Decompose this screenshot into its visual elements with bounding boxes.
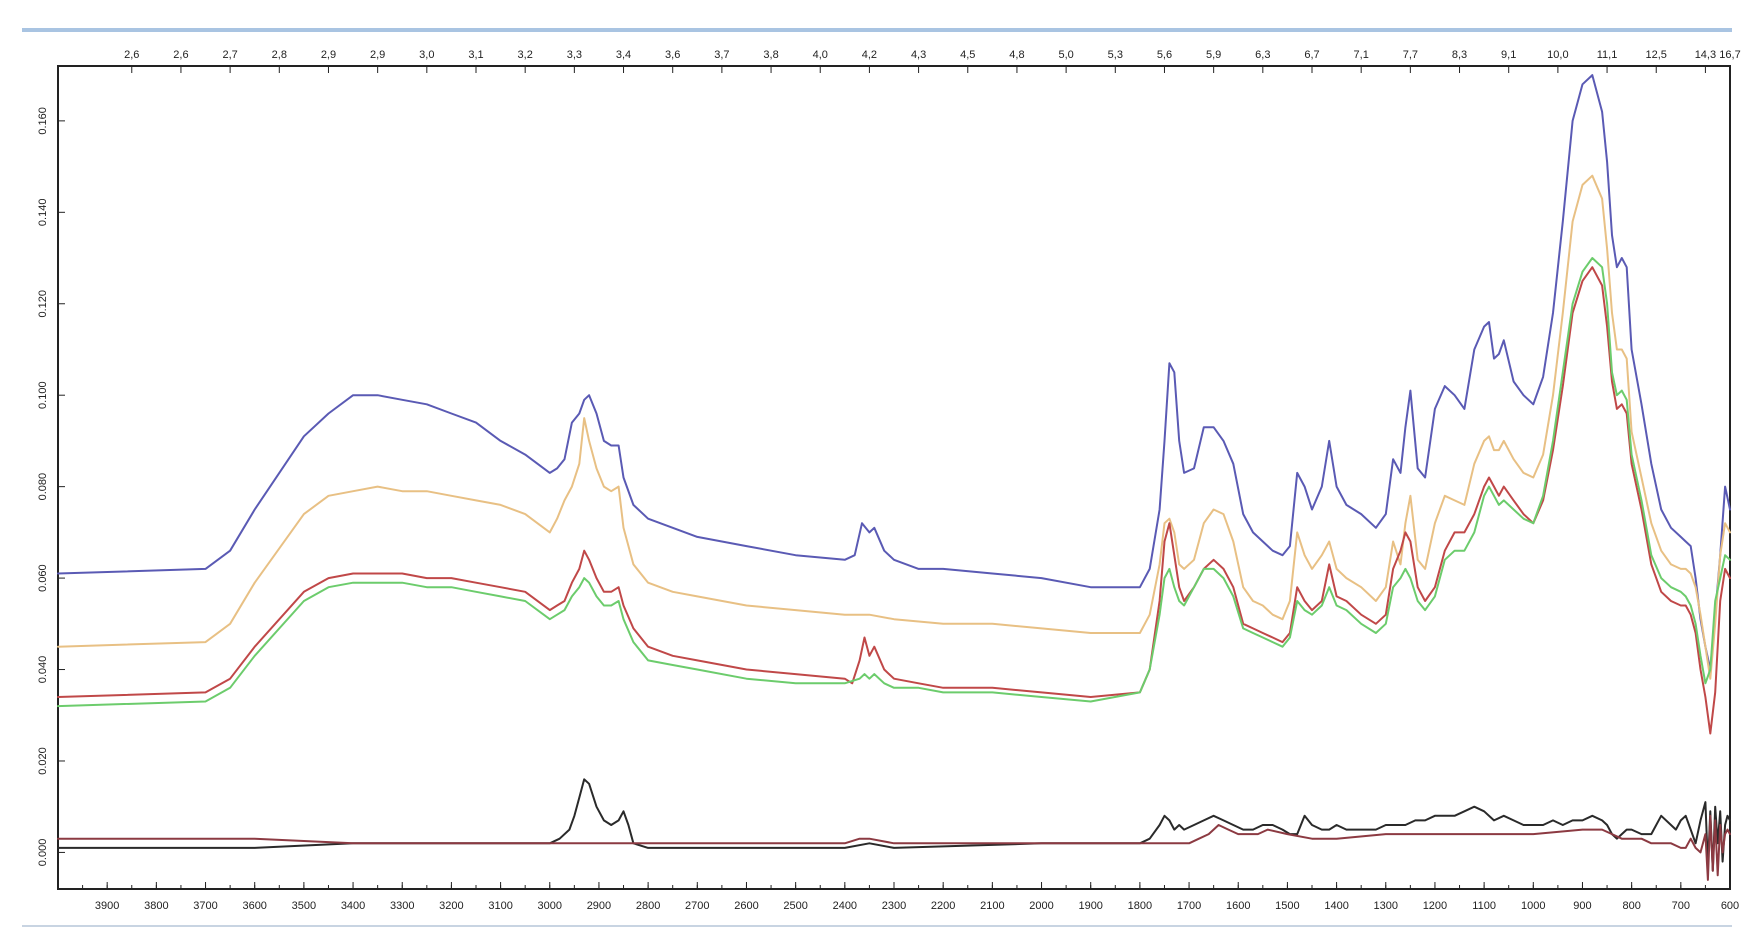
top-tick-label: 4,2 [862, 49, 877, 61]
top-tick-label: 7,7 [1403, 49, 1418, 61]
x-tick-label: 3800 [144, 900, 168, 912]
x-tick-label: 3600 [242, 900, 266, 912]
top-tick-label: 3,4 [616, 49, 631, 61]
top-tick-label: 9,1 [1501, 49, 1516, 61]
x-tick-label: 1500 [1275, 900, 1299, 912]
y-tick-label: 0.060 [37, 564, 49, 592]
x-tick-label: 1700 [1177, 900, 1201, 912]
x-tick-label: 600 [1721, 900, 1739, 912]
x-tick-label: 3100 [488, 900, 512, 912]
top-tick-label: 3,3 [567, 49, 582, 61]
x-tick-label: 3000 [538, 900, 562, 912]
top-tick-label: 2,9 [321, 49, 336, 61]
top-tick-label: 14,3 [1695, 49, 1716, 61]
top-tick-label: 6,7 [1304, 49, 1319, 61]
y-tick-label: 0.020 [37, 747, 49, 775]
top-tick-label: 5,0 [1058, 49, 1073, 61]
x-tick-label: 2300 [882, 900, 906, 912]
x-tick-label: 1900 [1078, 900, 1102, 912]
x-tick-label: 800 [1622, 900, 1640, 912]
spectrum-chart-frame: 0.000 0.020 0.040 0.060 0.080 0.100 0.120 0.140… [0, 0, 1755, 942]
x-tick-label: 2900 [587, 900, 611, 912]
top-tick-label: 4,5 [960, 49, 975, 61]
x-tick-label: 1000 [1521, 900, 1545, 912]
x-tick-label: 3400 [341, 900, 365, 912]
top-tick-label: 2,7 [222, 49, 237, 61]
top-tick-label: 5,3 [1108, 49, 1123, 61]
x-tick-label: 1800 [1128, 900, 1152, 912]
top-tick-label: 11,1 [1597, 49, 1618, 61]
top-tick-label: 3,0 [419, 49, 434, 61]
top-tick-label: 3,6 [665, 49, 680, 61]
top-tick-label: 7,1 [1354, 49, 1369, 61]
x-tick-label: 2200 [931, 900, 955, 912]
top-tick-label: 16,7 [1719, 49, 1740, 61]
spectrum-chart: 0.000 0.020 0.040 0.060 0.080 0.100 0.120 0.140… [0, 0, 1755, 942]
top-tick-label: 5,9 [1206, 49, 1221, 61]
top-tick-label: 2,6 [173, 49, 188, 61]
x-tick-label: 2700 [685, 900, 709, 912]
x-tick-label: 3500 [292, 900, 316, 912]
y-tick-label: 0.160 [37, 107, 49, 135]
y-tick-label: 0.120 [37, 290, 49, 318]
top-tick-label: 10,0 [1547, 49, 1568, 61]
top-tick-label: 12,5 [1646, 49, 1667, 61]
y-tick-label: 0.080 [37, 473, 49, 501]
x-tick-label: 1300 [1374, 900, 1398, 912]
x-tick-label: 2500 [783, 900, 807, 912]
top-tick-label: 4,8 [1009, 49, 1024, 61]
x-tick-label: 1100 [1472, 900, 1496, 912]
x-tick-label: 1600 [1226, 900, 1250, 912]
x-tick-label: 3900 [95, 900, 119, 912]
x-tick-label: 2600 [734, 900, 758, 912]
top-tick-label: 3,7 [714, 49, 729, 61]
x-tick-label: 900 [1573, 900, 1591, 912]
top-tick-label: 2,8 [272, 49, 287, 61]
x-tick-label: 3700 [193, 900, 217, 912]
y-tick-label: 0.100 [37, 381, 49, 409]
x-tick-label: 2100 [980, 900, 1004, 912]
chart-background [0, 0, 1755, 942]
x-tick-label: 1200 [1423, 900, 1447, 912]
top-tick-label: 2,6 [124, 49, 139, 61]
top-tick-label: 3,8 [763, 49, 778, 61]
top-tick-label: 8,3 [1452, 49, 1467, 61]
top-tick-label: 3,1 [468, 49, 483, 61]
x-tick-label: 2000 [1029, 900, 1053, 912]
top-tick-label: 6,3 [1255, 49, 1270, 61]
top-tick-label: 3,2 [518, 49, 533, 61]
y-tick-label: 0.040 [37, 656, 49, 684]
top-tick-label: 5,6 [1157, 49, 1172, 61]
x-tick-label: 3300 [390, 900, 414, 912]
top-tick-label: 4,0 [813, 49, 828, 61]
x-tick-label: 1400 [1324, 900, 1348, 912]
x-tick-label: 2400 [833, 900, 857, 912]
top-tick-label: 4,3 [911, 49, 926, 61]
top-tick-label: 2,9 [370, 49, 385, 61]
x-tick-label: 700 [1672, 900, 1690, 912]
y-tick-label: 0.140 [37, 199, 49, 227]
x-tick-label: 2800 [636, 900, 660, 912]
x-tick-label: 3200 [439, 900, 463, 912]
y-tick-label: 0.000 [37, 839, 49, 867]
